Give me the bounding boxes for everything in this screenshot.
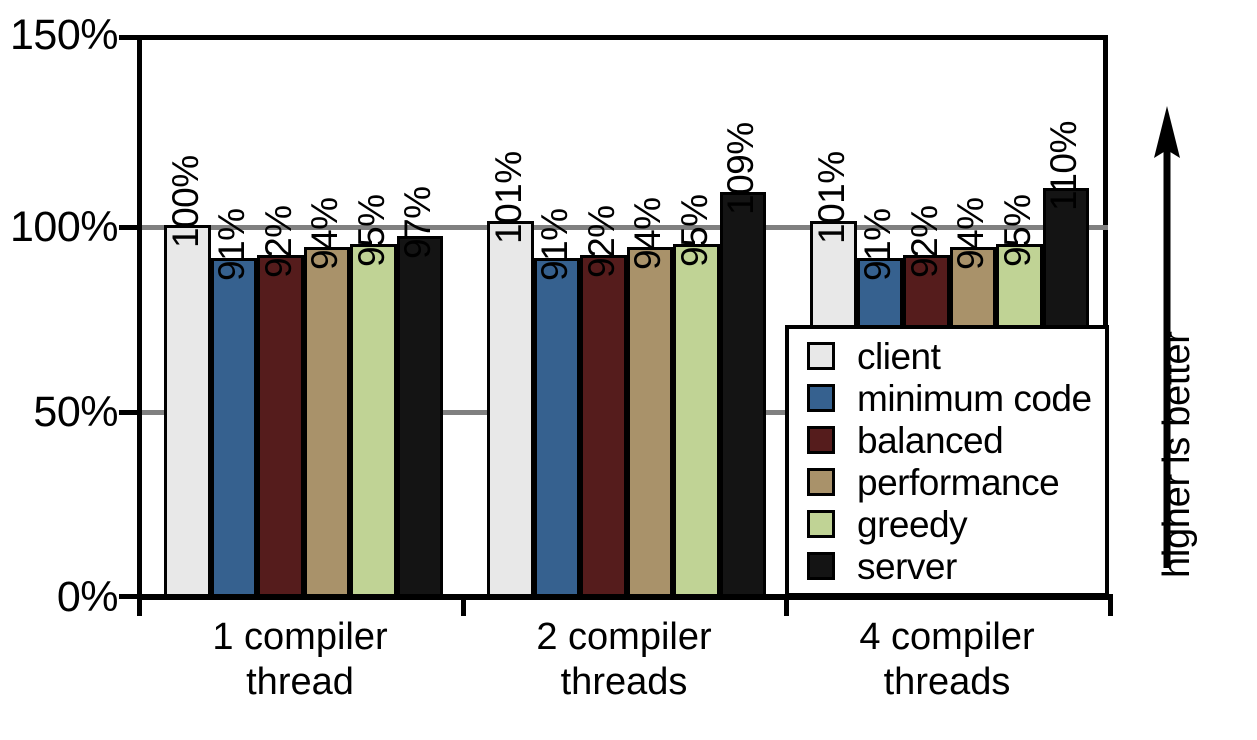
bar-chart: 150% 100% 50% 0% 100% 91% 92% 94% 95% 97% 101%… (0, 0, 1257, 740)
legend-swatch-icon (807, 468, 835, 496)
bar-value-label: 91% (534, 208, 575, 282)
bar-value-label: 100% (164, 155, 206, 248)
legend-swatch-icon (807, 342, 835, 370)
legend-swatch-icon (807, 384, 835, 412)
legend-item[interactable]: greedy (807, 503, 1105, 545)
x-category-label-2: 4 compiler threads (807, 615, 1087, 705)
bar-value-label: 94% (950, 197, 991, 271)
bar-value-label: 92% (903, 205, 945, 278)
legend-item[interactable]: minimum code (807, 377, 1105, 419)
bar-value-label: 95% (350, 194, 392, 267)
bar-value-label: 92% (580, 205, 622, 278)
bar-value-label: 91% (857, 208, 898, 282)
bar (257, 254, 304, 597)
legend-item-label: minimum code (857, 377, 1092, 419)
bar-value-label: 110% (1043, 120, 1084, 211)
x-category-label-1-line2: threads (560, 661, 688, 703)
legend-item[interactable]: server (807, 545, 1105, 587)
bar-value-label: 92% (257, 205, 299, 278)
legend-swatch-icon (807, 426, 835, 454)
bar (533, 258, 580, 597)
bar-value-label: 97% (397, 186, 438, 260)
x-category-label-2-line2: threads (883, 661, 1011, 703)
bar (210, 258, 257, 597)
legend-item[interactable]: client (807, 335, 1105, 377)
bar-value-label: 94% (627, 197, 668, 271)
bar-value-label: 94% (304, 197, 345, 271)
legend-swatch-icon (807, 510, 835, 538)
bar (487, 221, 534, 597)
bar (303, 247, 350, 597)
bar-value-label: 109% (720, 121, 761, 215)
legend-item-label: client (857, 335, 941, 377)
bar (673, 243, 720, 597)
legend-swatch-icon (807, 552, 835, 580)
bar (164, 225, 211, 597)
legend-item-label: server (857, 545, 957, 587)
x-category-label-2-line1: 4 compiler (859, 616, 1035, 658)
bar-value-label: 95% (673, 194, 715, 267)
bar (580, 254, 627, 597)
bar (626, 247, 673, 597)
x-category-label-0: 1 compiler thread (160, 615, 440, 705)
legend-item[interactable]: balanced (807, 419, 1105, 461)
x-category-label-0-line1: 1 compiler (212, 616, 388, 658)
bar-value-label: 101% (810, 151, 852, 245)
legend-item-label: greedy (857, 503, 968, 545)
legend: client minimum code balanced performance gre… (785, 325, 1109, 597)
legend-item-label: balanced (857, 419, 1004, 461)
legend-item[interactable]: performance (807, 461, 1105, 503)
bar (396, 236, 443, 597)
bar-value-label: 95% (996, 194, 1038, 267)
x-category-label-1-line1: 2 compiler (536, 616, 712, 658)
higher-is-better-label: higher is better (1156, 331, 1198, 578)
x-category-label-1: 2 compiler threads (484, 615, 764, 705)
x-category-label-0-line2: thread (246, 661, 354, 703)
bar (719, 191, 766, 597)
legend-item-label: performance (857, 461, 1060, 503)
bar-value-label: 91% (211, 208, 252, 282)
bar (350, 243, 397, 597)
bar-value-label: 101% (487, 151, 529, 245)
